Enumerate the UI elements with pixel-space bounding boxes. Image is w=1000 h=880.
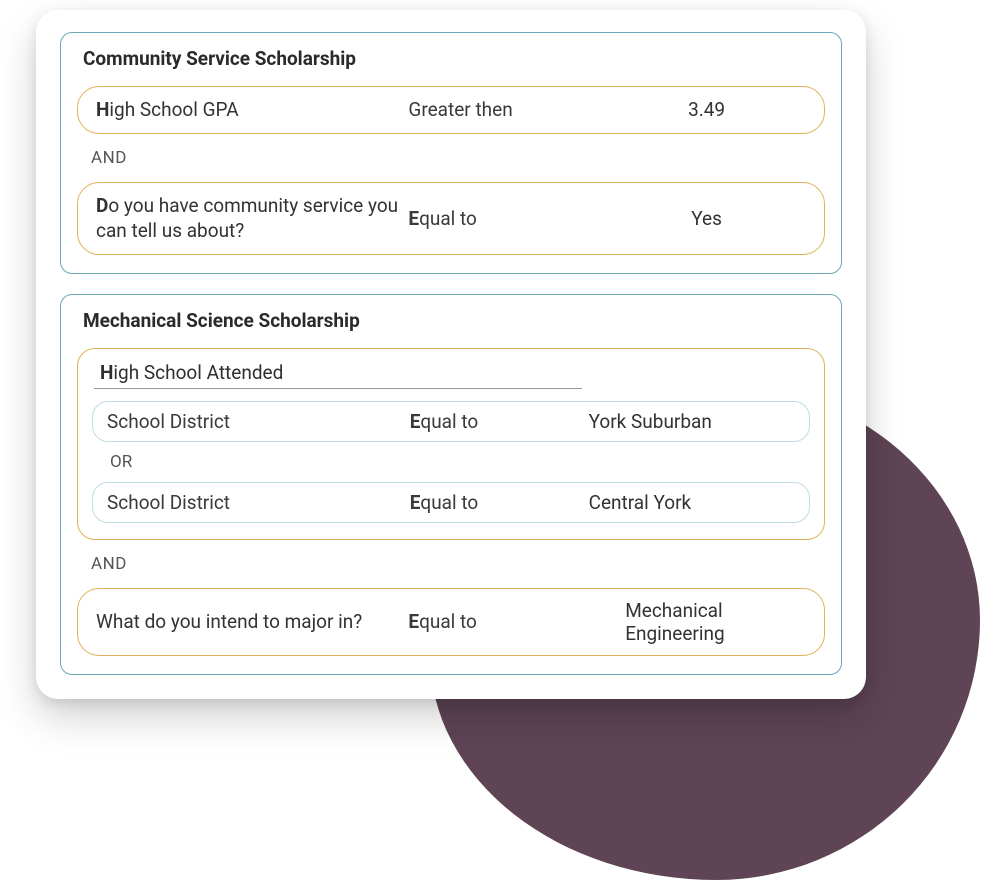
rule-field: High School GPA bbox=[96, 97, 408, 123]
rule-value: Central York bbox=[589, 491, 795, 514]
group-title: Community Service Scholarship bbox=[77, 47, 825, 70]
conjunction-and: AND bbox=[77, 540, 825, 588]
scholarship-group-mechanical-science: Mechanical Science Scholarship High Scho… bbox=[60, 294, 842, 675]
rule-row[interactable]: School District Equal to Central York bbox=[92, 482, 810, 523]
rule-operator: Greater then bbox=[408, 98, 607, 121]
rule-row[interactable]: Do you have community service you can te… bbox=[77, 182, 825, 255]
conjunction-or: OR bbox=[92, 442, 810, 482]
rule-value: Yes bbox=[607, 207, 806, 230]
rule-operator: Equal to bbox=[410, 491, 589, 514]
group-title: Mechanical Science Scholarship bbox=[77, 309, 825, 332]
rule-field: Do you have community service you can te… bbox=[96, 193, 408, 244]
scholarship-group-community-service: Community Service Scholarship High Schoo… bbox=[60, 32, 842, 274]
rule-field: School District bbox=[107, 410, 410, 433]
rule-field: What do you intend to major in? bbox=[96, 609, 408, 635]
rules-card: Community Service Scholarship High Schoo… bbox=[36, 10, 866, 699]
conjunction-and: AND bbox=[77, 134, 825, 182]
rule-value: Mechanical Engineering bbox=[607, 599, 806, 645]
rule-row[interactable]: School District Equal to York Suburban bbox=[92, 401, 810, 442]
rule-operator: Equal to bbox=[408, 610, 607, 633]
rule-value: York Suburban bbox=[589, 410, 795, 433]
rule-value: 3.49 bbox=[607, 98, 806, 121]
rule-row[interactable]: High School GPA Greater then 3.49 bbox=[77, 86, 825, 134]
rule-field: School District bbox=[107, 491, 410, 514]
rule-operator: Equal to bbox=[408, 207, 607, 230]
rule-operator: Equal to bbox=[410, 410, 589, 433]
rule-row[interactable]: What do you intend to major in? Equal to… bbox=[77, 588, 825, 656]
nested-rule-group: High School Attended School District Equ… bbox=[77, 348, 825, 540]
nested-group-title: High School Attended bbox=[94, 361, 582, 389]
